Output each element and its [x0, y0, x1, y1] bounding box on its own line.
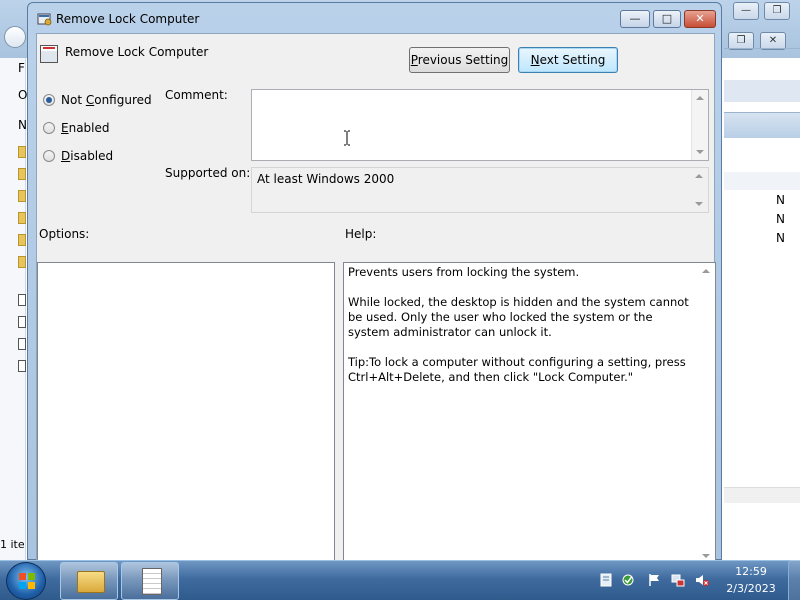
security-icon[interactable]	[622, 573, 636, 587]
radio-button[interactable]	[43, 94, 55, 106]
folder-icon[interactable]	[18, 212, 26, 224]
background-menu-letter[interactable]: F	[18, 61, 25, 75]
text-cursor-icon	[344, 130, 350, 146]
comment-scrollbar[interactable]	[691, 90, 708, 160]
radio-label-prefix: Not	[61, 93, 86, 107]
radio-label-accelerator: D	[61, 149, 71, 163]
background-horizontal-scrollbar[interactable]	[724, 487, 800, 503]
supported-on-scrollbar[interactable]	[691, 168, 708, 212]
previous-setting-label-rest: revious Setting	[417, 53, 509, 67]
taskbar-notepad-button[interactable]	[121, 562, 179, 600]
radio-label-accelerator: C	[85, 93, 95, 107]
folder-icon	[77, 571, 105, 593]
comment-textarea[interactable]	[251, 89, 709, 161]
flag-icon[interactable]	[647, 573, 661, 587]
radio-label[interactable]: Enabled	[61, 121, 110, 135]
scroll-up-icon[interactable]	[695, 174, 703, 178]
scroll-down-icon[interactable]	[696, 150, 704, 154]
radio-button[interactable]	[43, 122, 55, 134]
background-header-letter: N	[18, 118, 27, 132]
back-nav-button[interactable]	[4, 26, 26, 48]
folder-icon[interactable]	[18, 168, 26, 180]
scroll-down-icon[interactable]	[695, 202, 703, 206]
action-center-icon[interactable]	[599, 573, 613, 587]
policy-header-title: Remove Lock Computer	[65, 45, 209, 59]
radio-button[interactable]	[43, 150, 55, 162]
background-list-item-letter[interactable]: N	[776, 193, 785, 207]
radio-label-accelerator: E	[61, 121, 69, 135]
clock-time[interactable]: 12:59	[728, 565, 774, 578]
background-minimize-button[interactable]: —	[733, 2, 759, 20]
policy-header-icon	[40, 45, 58, 63]
clock-date[interactable]: 2/3/2023	[718, 582, 784, 595]
radio-not-configured[interactable]: Not Configured	[43, 92, 152, 108]
network-icon[interactable]	[671, 573, 685, 587]
window-title: Remove Lock Computer	[56, 12, 200, 26]
policy-setting-icon	[37, 13, 52, 26]
policy-setting-dialog: Remove Lock Computer — □ ✕ Remove Lock C…	[27, 2, 722, 562]
supported-on-label: Supported on:	[165, 166, 251, 180]
previous-setting-button[interactable]: Previous Setting	[409, 47, 510, 73]
help-label: Help:	[345, 227, 377, 241]
folder-icon[interactable]	[18, 256, 26, 268]
background-tree-pane	[0, 58, 26, 560]
radio-label-rest: isabled	[70, 149, 114, 163]
supported-on-value: At least Windows 2000	[257, 172, 395, 186]
volume-muted-icon[interactable]	[695, 573, 709, 587]
maximize-button[interactable]: □	[653, 10, 681, 28]
windows-logo-icon	[19, 573, 35, 589]
comment-label: Comment:	[165, 88, 228, 102]
next-setting-accelerator: N	[530, 53, 540, 67]
radio-label[interactable]: Disabled	[61, 149, 113, 163]
background-list-item-letter[interactable]: N	[776, 231, 785, 245]
next-setting-label-rest: ext Setting	[539, 53, 606, 67]
scroll-up-icon[interactable]	[696, 96, 704, 100]
help-scrollbar[interactable]	[697, 263, 715, 562]
background-row-band	[724, 172, 800, 190]
options-label: Options:	[39, 227, 90, 241]
background-status-text: 1 ite	[0, 538, 25, 551]
radio-label[interactable]: Not Configured	[61, 93, 152, 107]
help-pane: Prevents users from locking the system. …	[343, 262, 716, 562]
radio-enabled[interactable]: Enabled	[43, 120, 110, 136]
background-column-header[interactable]	[724, 112, 800, 138]
policy-document-icon[interactable]	[18, 338, 26, 350]
notepad-icon	[142, 568, 162, 595]
scroll-up-icon[interactable]	[702, 269, 710, 273]
background-restore-button[interactable]: ❐	[764, 2, 790, 20]
radio-label-rest: onfigured	[94, 93, 152, 107]
folder-icon[interactable]	[18, 234, 26, 246]
supported-on-field: At least Windows 2000	[251, 167, 709, 213]
taskbar	[0, 560, 800, 600]
background-toolbar-band	[724, 80, 800, 102]
policy-document-icon[interactable]	[18, 316, 26, 328]
previous-setting-accelerator: P	[410, 53, 418, 67]
radio-label-rest: nabled	[68, 121, 110, 135]
taskbar-explorer-button[interactable]	[60, 562, 118, 600]
start-button[interactable]	[6, 562, 46, 600]
help-text: Prevents users from locking the system. …	[348, 265, 689, 384]
folder-icon[interactable]	[18, 190, 26, 202]
options-pane	[37, 262, 335, 562]
minimize-button[interactable]: —	[620, 10, 650, 28]
show-desktop-button[interactable]	[788, 560, 800, 600]
background-separator	[724, 48, 800, 49]
close-button[interactable]: ✕	[684, 10, 716, 28]
background-list-item-letter[interactable]: N	[776, 212, 785, 226]
dialog-client-area: Remove Lock Computer Previous Setting Ne…	[36, 33, 716, 562]
radio-disabled[interactable]: Disabled	[43, 148, 113, 164]
policy-document-icon[interactable]	[18, 294, 26, 306]
policy-document-icon[interactable]	[18, 360, 26, 372]
scroll-down-icon[interactable]	[702, 554, 710, 558]
next-setting-button[interactable]: Next Setting	[518, 47, 618, 73]
folder-icon[interactable]	[18, 146, 26, 158]
